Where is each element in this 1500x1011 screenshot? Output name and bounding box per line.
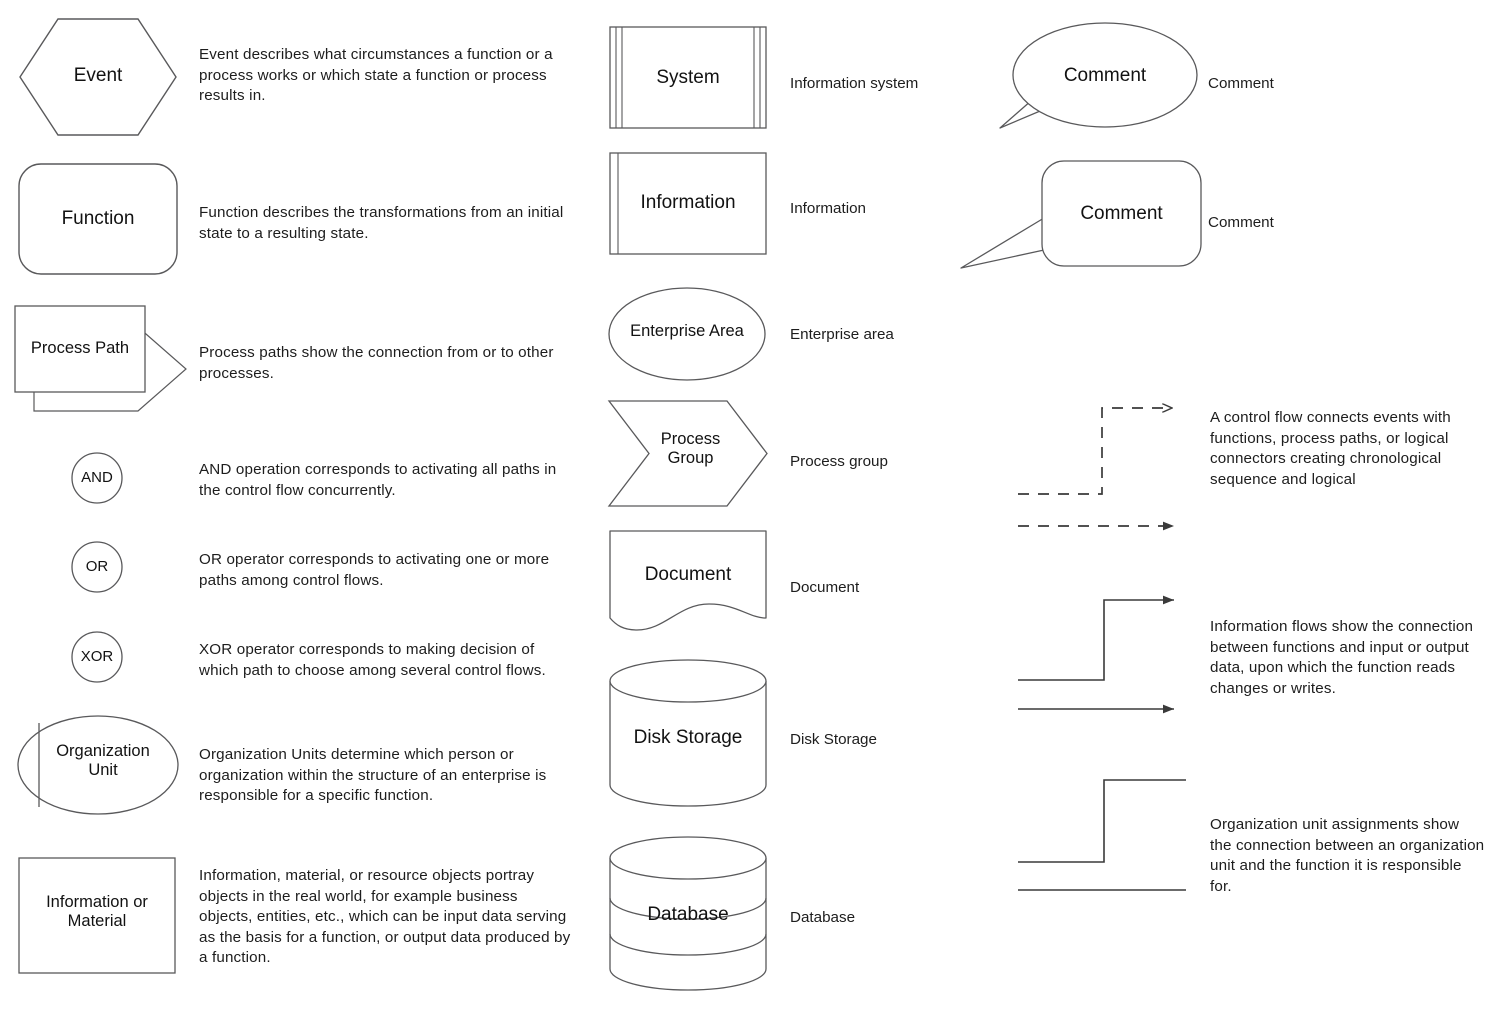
caption-disk-storage: Disk Storage	[790, 731, 877, 748]
ellipse-outline	[17, 715, 179, 815]
epc-legend-canvas: Event Event describes what circumstances…	[0, 0, 1500, 1011]
circle-outline	[71, 541, 123, 593]
caption-document: Document	[790, 579, 860, 596]
connector-organization-unit-assignment[interactable]	[1014, 768, 1199, 893]
comment-rounded-outline	[1041, 160, 1202, 267]
circle-outline	[71, 631, 123, 683]
shape-information[interactable]: Information	[609, 152, 767, 255]
shape-comment-rounded[interactable]: Comment	[958, 160, 1203, 272]
desc-control-flow: A control flow connects events with func…	[1210, 409, 1451, 488]
desc-information-flow: Information flows show the connection be…	[1210, 618, 1474, 697]
caption-enterprise-area: Enterprise area	[790, 326, 894, 343]
dashed-step-arrow	[1018, 408, 1172, 495]
connector-control-flow[interactable]	[1012, 392, 1197, 532]
caption-comment-rounded: Comment	[1208, 214, 1274, 231]
cylinder-top-ellipse	[609, 659, 767, 703]
shape-disk-storage[interactable]: Disk Storage	[609, 659, 767, 807]
desc-information-or-material: Information, material, or resource objec…	[199, 867, 571, 967]
shape-system[interactable]: System	[609, 26, 767, 129]
desc-or: OR operator corresponds to activating on…	[199, 551, 550, 589]
caption-information-system: Information system	[790, 75, 919, 92]
desc-organization-unit-assignment: Organization unit assignments show the c…	[1210, 816, 1485, 895]
desc-function: Function describes the transformations f…	[199, 204, 564, 242]
desc-xor: XOR operator corresponds to making decis…	[199, 641, 546, 679]
comment-tail	[960, 217, 1045, 269]
shape-information-or-material[interactable]: Information or Material	[18, 857, 176, 974]
caption-database: Database	[790, 909, 856, 926]
document-outline	[609, 530, 767, 631]
rectangle-outline	[609, 152, 767, 255]
caption-process-group: Process group	[790, 453, 888, 470]
shape-process-group[interactable]: Process Group	[607, 400, 768, 507]
shape-event[interactable]: Event	[18, 17, 178, 137]
shape-or-connector[interactable]: OR	[71, 541, 123, 593]
shape-and-connector[interactable]: AND	[71, 452, 123, 504]
caption-comment-ellipse: Comment	[1208, 75, 1274, 92]
solid-step-arrow	[1018, 595, 1174, 681]
shape-comment-ellipse[interactable]: Comment	[995, 18, 1200, 133]
desc-organization-unit: Organization Units determine which perso…	[199, 746, 547, 805]
shape-function[interactable]: Function	[18, 163, 178, 275]
shape-organization-unit[interactable]: Organization Unit	[17, 715, 179, 815]
shape-document[interactable]: Document	[609, 530, 767, 633]
shape-xor-connector[interactable]: XOR	[71, 631, 123, 683]
comment-ellipse-outline	[1012, 22, 1198, 128]
hexagon-outline	[19, 18, 177, 136]
rectangle-outline	[18, 857, 176, 974]
desc-event: Event describes what circumstances a fun…	[199, 46, 553, 105]
rectangle-outline	[609, 26, 767, 129]
desc-process-path: Process paths show the connection from o…	[199, 344, 554, 382]
circle-outline	[71, 452, 123, 504]
caption-information: Information	[790, 200, 866, 217]
shape-process-path[interactable]: Process Path	[14, 305, 190, 417]
connector-information-flow[interactable]	[1012, 592, 1197, 717]
desc-and: AND operation corresponds to activating …	[199, 461, 557, 499]
process-path-front-rect	[14, 305, 146, 393]
chevron-outline	[607, 400, 768, 507]
stacked-cylinder-top-ellipse	[609, 836, 767, 880]
rounded-rectangle-outline	[18, 163, 178, 275]
plain-step-line	[1018, 779, 1186, 863]
ellipse-outline	[608, 287, 766, 381]
shape-enterprise-area[interactable]: Enterprise Area	[608, 287, 766, 381]
shape-database[interactable]: Database	[609, 836, 767, 991]
